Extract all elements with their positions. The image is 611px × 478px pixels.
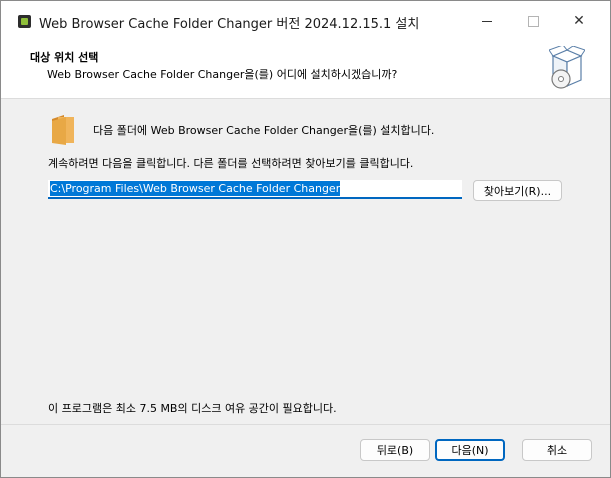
disk-space-text: 이 프로그램은 최소 7.5 MB의 디스크 여유 공간이 필요합니다. [48, 402, 337, 415]
minimize-button[interactable] [464, 1, 510, 41]
app-icon [18, 15, 31, 28]
maximize-icon [527, 15, 539, 27]
cancel-button[interactable]: 취소 [522, 439, 592, 461]
install-path-value: C:\Program Files\Web Browser Cache Folde… [50, 181, 341, 196]
title-bar[interactable]: Web Browser Cache Folder Changer 버전 2024… [1, 1, 610, 41]
installer-window: Web Browser Cache Folder Changer 버전 2024… [0, 0, 611, 478]
page-subtitle: Web Browser Cache Folder Changer을(를) 어디에… [47, 68, 398, 81]
install-path-input[interactable]: C:\Program Files\Web Browser Cache Folde… [48, 180, 462, 199]
back-button[interactable]: 뒤로(B) [360, 439, 430, 461]
next-button[interactable]: 다음(N) [435, 439, 505, 461]
browse-button[interactable]: 찾아보기(R)... [473, 180, 562, 201]
window-title: Web Browser Cache Folder Changer 버전 2024… [39, 17, 420, 32]
instruction-text: 계속하려면 다음을 클릭합니다. 다른 폴더를 선택하려면 찾아보기를 클릭합니… [48, 157, 414, 170]
minimize-icon [482, 20, 492, 22]
close-icon: ✕ [573, 13, 585, 29]
wizard-header: 대상 위치 선택 Web Browser Cache Folder Change… [1, 41, 610, 99]
install-folder-text: 다음 폴더에 Web Browser Cache Folder Changer을… [93, 124, 435, 137]
maximize-button[interactable] [510, 1, 556, 41]
folder-icon [52, 115, 74, 145]
install-box-icon [549, 46, 585, 89]
close-button[interactable]: ✕ [556, 1, 602, 41]
footer-divider [1, 424, 610, 425]
page-title: 대상 위치 선택 [30, 51, 99, 64]
